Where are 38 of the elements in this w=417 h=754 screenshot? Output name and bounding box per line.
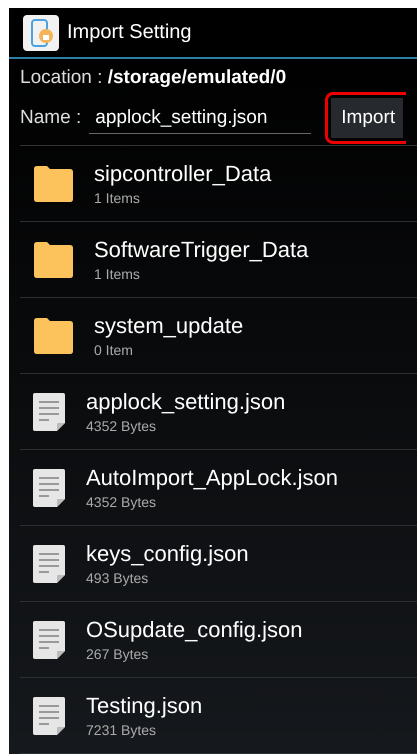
document-icon xyxy=(32,468,66,508)
file-list-item[interactable]: system_update 0 Item xyxy=(20,298,417,374)
file-size: 1 Items xyxy=(94,190,141,206)
file-list-item[interactable]: OSupdate_config.json 267 Bytes xyxy=(20,602,417,678)
file-list-item[interactable]: AutoImport_AppLock.json 4352 Bytes xyxy=(20,450,417,526)
name-field[interactable]: applock_setting.json xyxy=(89,102,312,134)
file-size: 0 Item xyxy=(94,342,134,358)
file-name: keys_config.json xyxy=(86,541,249,567)
file-size: 267 Bytes xyxy=(86,646,150,662)
location-path: Location : /storage/emulated/0 xyxy=(20,66,288,90)
window-title: Import Setting xyxy=(67,21,192,44)
file-name: AutoImport_AppLock.json xyxy=(86,465,338,491)
document-icon xyxy=(32,544,66,584)
document-icon xyxy=(32,696,66,736)
folder-icon xyxy=(32,240,74,278)
app-icon xyxy=(23,14,59,50)
file-name: OSupdate_config.json xyxy=(86,617,302,643)
file-size: 4352 Bytes xyxy=(86,418,158,434)
file-list-item[interactable]: Testing.json 7231 Bytes xyxy=(20,678,417,754)
file-size: 7231 Bytes xyxy=(86,722,158,738)
folder-icon xyxy=(32,164,74,202)
folder-icon xyxy=(32,316,74,354)
file-list-item[interactable]: SoftwareTrigger_Data 1 Items xyxy=(20,222,417,298)
file-name: sipcontroller_Data xyxy=(94,161,272,187)
file-list-item[interactable]: keys_config.json 493 Bytes xyxy=(20,526,417,602)
file-name: system_update xyxy=(94,313,244,339)
name-label: Name : xyxy=(20,107,82,129)
document-icon xyxy=(32,392,66,432)
file-size: 493 Bytes xyxy=(86,570,150,586)
document-icon xyxy=(32,620,66,660)
file-list-item[interactable]: applock_setting.json 4352 Bytes xyxy=(20,374,417,450)
file-name: SoftwareTrigger_Data xyxy=(94,237,308,263)
file-name: applock_setting.json xyxy=(86,389,286,415)
file-size: 1 Items xyxy=(94,266,141,282)
file-list-item[interactable]: sipcontroller_Data 1 Items xyxy=(20,146,417,222)
file-name: Testing.json xyxy=(86,693,202,719)
import-button[interactable]: Import xyxy=(331,98,404,138)
file-size: 4352 Bytes xyxy=(86,494,158,510)
